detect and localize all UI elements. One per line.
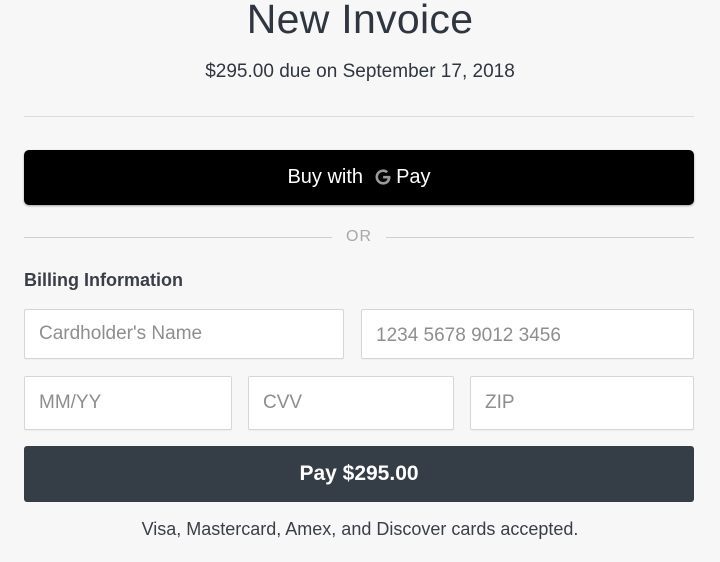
- or-line-left: [24, 236, 332, 238]
- billing-information-heading: Billing Information: [24, 270, 183, 290]
- pay-button[interactable]: Pay $295.00: [24, 446, 694, 502]
- header-divider: [24, 116, 694, 117]
- zip-input[interactable]: [470, 376, 694, 430]
- google-g-icon: [373, 167, 393, 187]
- accepted-cards-note: Visa, Mastercard, Amex, and Discover car…: [141, 519, 579, 539]
- or-line-right: [386, 236, 694, 238]
- or-separator: OR: [24, 226, 694, 248]
- google-pay-word: Pay: [396, 166, 431, 188]
- cvv-input[interactable]: [248, 376, 454, 430]
- page-title: New Invoice: [246, 0, 474, 42]
- cardholder-name-input[interactable]: [24, 309, 344, 359]
- card-number-input[interactable]: [361, 309, 694, 359]
- google-pay-button[interactable]: Buy with Pay: [24, 150, 694, 205]
- google-pay-label-prefix: Buy with: [287, 166, 364, 188]
- amount-due-text: $295.00 due on September 17, 2018: [205, 61, 515, 82]
- or-label: OR: [346, 228, 372, 245]
- expiry-date-input[interactable]: [24, 376, 232, 430]
